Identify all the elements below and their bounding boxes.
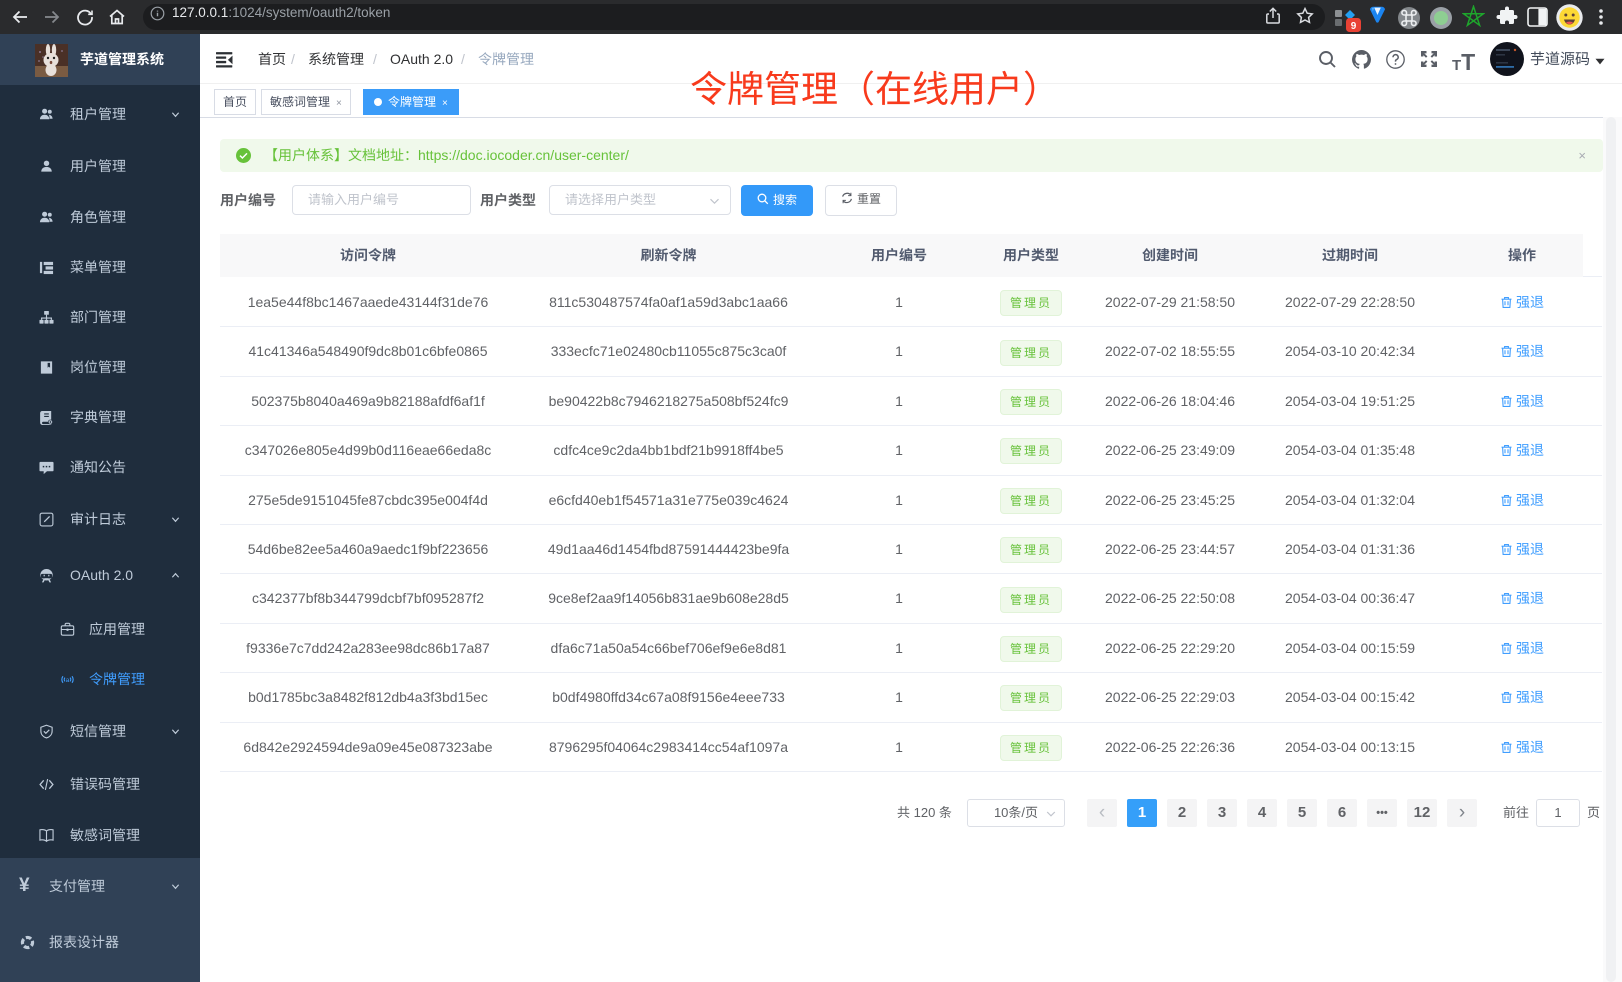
svg-text:9: 9 — [1351, 21, 1357, 32]
svg-text:a: a — [66, 677, 70, 684]
